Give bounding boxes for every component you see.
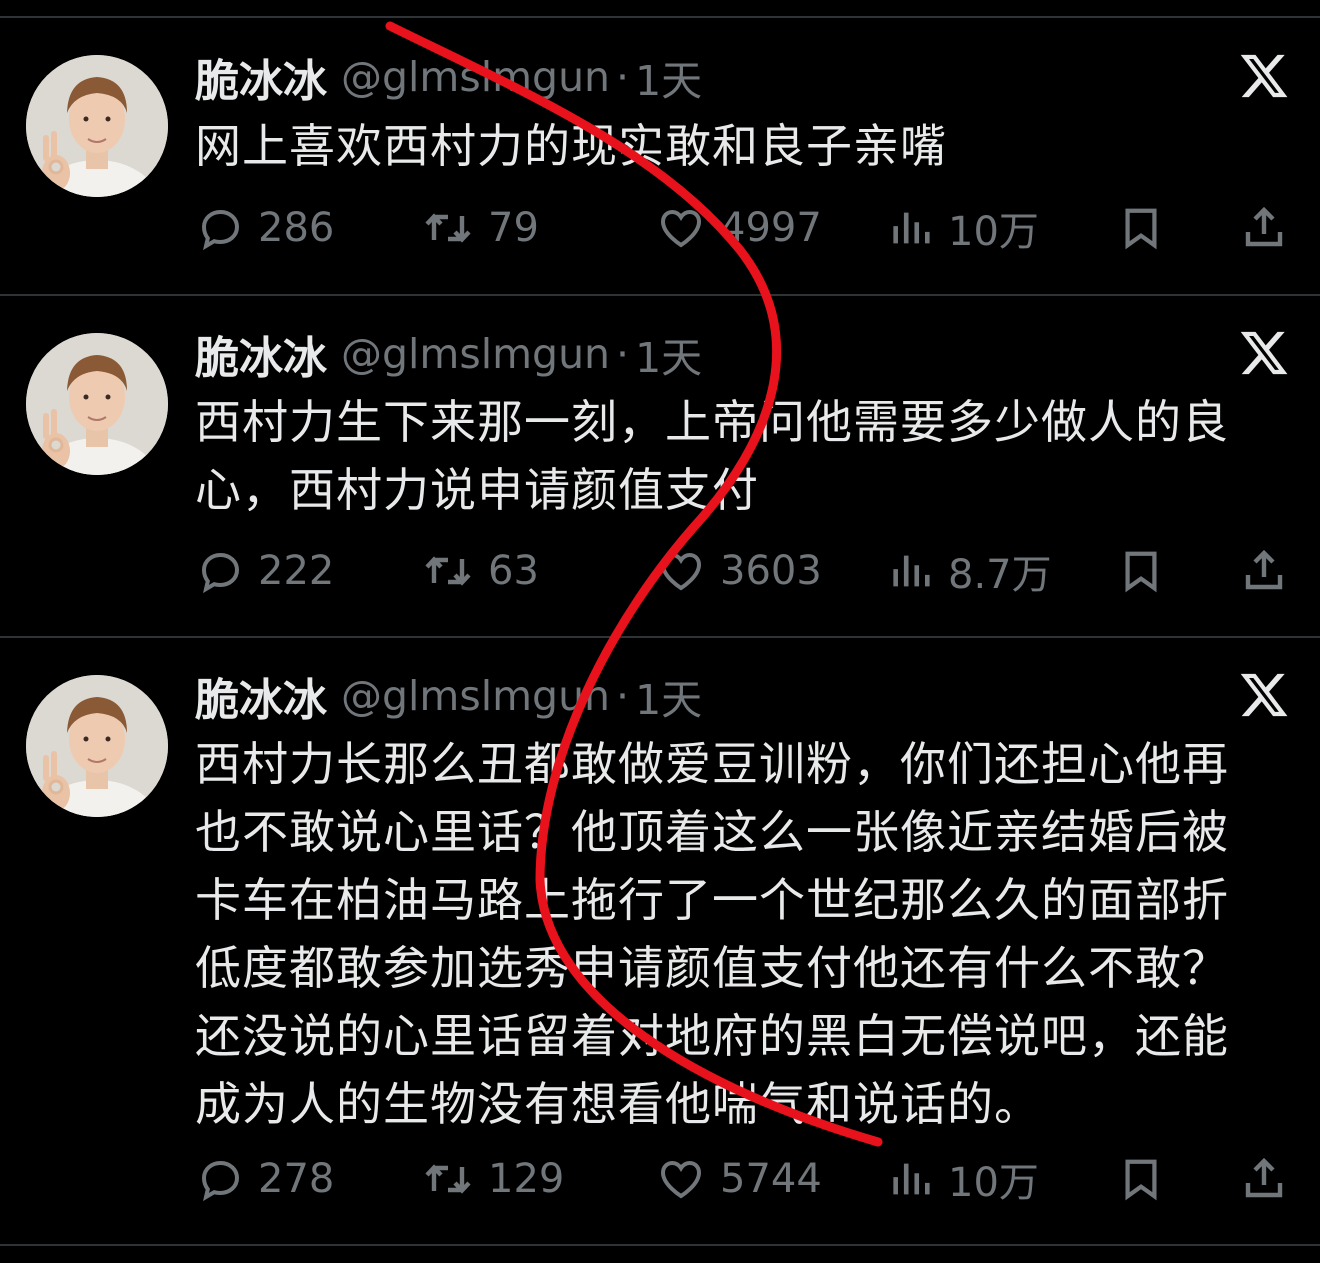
repost-icon: [425, 213, 471, 243]
like-button[interactable]: 3603: [656, 541, 822, 601]
like-icon: [660, 1160, 702, 1199]
x-logo-icon: [1240, 54, 1288, 98]
like-icon: [660, 209, 702, 248]
share-button[interactable]: [1240, 1149, 1288, 1209]
repost-icon: [425, 1164, 471, 1194]
views-count: 8.7万: [948, 552, 1052, 598]
reply-button[interactable]: 278: [196, 1149, 334, 1209]
like-icon: [660, 552, 702, 591]
tweet-header: 脆冰冰 @glmslmgun · 1天: [195, 324, 702, 384]
share-icon: [1245, 1157, 1283, 1198]
views-button[interactable]: 10万: [888, 1149, 1039, 1209]
divider: [0, 16, 1320, 18]
reply-count: 286: [258, 205, 335, 251]
like-button[interactable]: 5744: [656, 1149, 822, 1209]
tweet-text: 西村力长那么丑都敢做爱豆训粉，你们还担心他再也不敢说心里话？他顶着这么一张像近亲…: [195, 737, 1229, 1131]
bookmark-button[interactable]: [1118, 541, 1164, 601]
x-logo-icon: [1240, 673, 1288, 717]
avatar[interactable]: [26, 675, 168, 817]
reply-count: 278: [258, 1156, 335, 1202]
tweet-actions: 278 129 5744 10万: [0, 1149, 1320, 1209]
author-handle[interactable]: @glmslmgun: [341, 672, 610, 720]
like-count: 3603: [720, 548, 822, 594]
views-count: 10万: [948, 209, 1039, 255]
timestamp[interactable]: 1天: [635, 47, 702, 107]
separator: ·: [616, 330, 630, 378]
bookmark-icon: [1125, 208, 1157, 250]
tweet-text: 西村力生下来那一刻，上帝问他需要多少做人的良心，西村力说申请颜值支付: [195, 395, 1229, 517]
x-logo-icon: [1240, 331, 1288, 375]
views-icon: [893, 555, 930, 587]
repost-icon: [425, 556, 471, 586]
views-icon: [893, 1163, 930, 1195]
author-handle[interactable]: @glmslmgun: [341, 330, 610, 378]
views-count: 10万: [948, 1160, 1039, 1206]
reply-icon: [201, 209, 240, 251]
tweet-actions: 222 63 3603 8.7万: [0, 541, 1320, 601]
reply-count: 222: [258, 548, 335, 594]
timestamp[interactable]: 1天: [635, 324, 702, 384]
repost-count: 79: [488, 205, 539, 251]
repost-count: 129: [488, 1156, 565, 1202]
separator: ·: [616, 672, 630, 720]
views-button[interactable]: 8.7万: [888, 541, 1052, 601]
share-button[interactable]: [1240, 198, 1288, 258]
share-icon: [1245, 549, 1283, 590]
like-count: 5744: [720, 1156, 822, 1202]
repost-button[interactable]: 63: [422, 541, 539, 601]
reply-button[interactable]: 286: [196, 198, 334, 258]
tweet-header: 脆冰冰 @glmslmgun · 1天: [195, 47, 702, 107]
bookmark-icon: [1125, 551, 1157, 593]
repost-button[interactable]: 79: [422, 198, 539, 258]
tweet-text: 网上喜欢西村力的现实敢和良子亲嘴: [195, 119, 947, 173]
avatar[interactable]: [26, 333, 168, 475]
repost-count: 63: [488, 548, 539, 594]
views-button[interactable]: 10万: [888, 198, 1039, 258]
author-handle[interactable]: @glmslmgun: [341, 53, 610, 101]
like-button[interactable]: 4997: [656, 198, 822, 258]
reply-button[interactable]: 222: [196, 541, 334, 601]
share-icon: [1245, 206, 1283, 247]
bookmark-button[interactable]: [1118, 1149, 1164, 1209]
author-name[interactable]: 脆冰冰: [195, 322, 327, 386]
repost-button[interactable]: 129: [422, 1149, 564, 1209]
author-name[interactable]: 脆冰冰: [195, 664, 327, 728]
tweet-actions: 286 79 4997 10万: [0, 198, 1320, 258]
separator: ·: [616, 53, 630, 101]
avatar[interactable]: [26, 55, 168, 197]
divider: [0, 636, 1320, 638]
reply-icon: [201, 1160, 240, 1202]
author-name[interactable]: 脆冰冰: [195, 45, 327, 109]
views-icon: [893, 212, 930, 244]
tweet-header: 脆冰冰 @glmslmgun · 1天: [195, 666, 702, 726]
divider: [0, 1244, 1320, 1246]
share-button[interactable]: [1240, 541, 1288, 601]
bookmark-icon: [1125, 1159, 1157, 1201]
like-count: 4997: [720, 205, 822, 251]
timestamp[interactable]: 1天: [635, 666, 702, 726]
divider: [0, 294, 1320, 296]
reply-icon: [201, 552, 240, 594]
bookmark-button[interactable]: [1118, 198, 1164, 258]
